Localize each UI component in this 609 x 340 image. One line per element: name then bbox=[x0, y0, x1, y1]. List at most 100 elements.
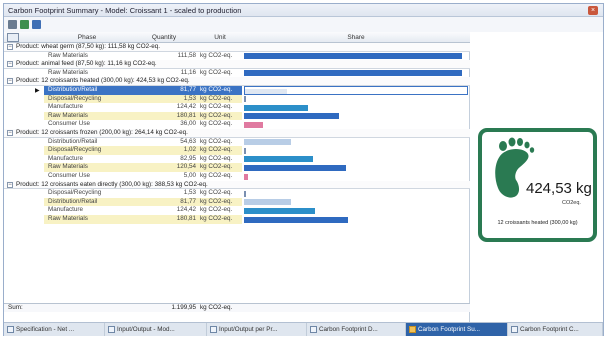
phase-cell: Raw Materials bbox=[44, 215, 130, 224]
close-button[interactable]: × bbox=[588, 6, 598, 15]
phase-cell: Raw Materials bbox=[44, 68, 130, 78]
phase-cell: Raw Materials bbox=[44, 163, 130, 172]
tab-label: Carbon Footprint Su... bbox=[418, 326, 480, 333]
tab-label: Input/Output - Mod... bbox=[117, 326, 175, 333]
share-bar bbox=[244, 156, 313, 163]
table-row[interactable]: Raw Materials 180,81 kg CO2-eq. bbox=[4, 111, 470, 121]
quantity-cell: 1,02 bbox=[130, 146, 198, 155]
collapse-toggle-icon[interactable]: − bbox=[7, 130, 13, 136]
table-row[interactable]: Disposal/Recycling 1,02 kg CO2-eq. bbox=[4, 146, 470, 155]
share-cell bbox=[244, 52, 468, 61]
unit-cell: kg CO2-eq. bbox=[198, 103, 242, 112]
quantity-cell: 124,42 bbox=[130, 103, 198, 112]
share-cell bbox=[244, 163, 468, 172]
column-header-share[interactable]: Share bbox=[244, 32, 468, 43]
quantity-cell: 1,53 bbox=[130, 94, 198, 104]
current-row-indicator-icon: ▶ bbox=[35, 88, 40, 94]
phase-cell: Disposal/Recycling bbox=[44, 146, 130, 155]
unit-cell: kg CO2-eq. bbox=[198, 86, 242, 95]
sum-row: Sum: 1.199,95 kg CO2-eq. bbox=[4, 303, 470, 312]
phase-cell: Distribution/Retail bbox=[44, 86, 130, 95]
group-row[interactable]: − Product: 12 croissants frozen (200,00 … bbox=[4, 129, 470, 138]
table-row[interactable]: Raw Materials 111,58 kg CO2-eq. bbox=[4, 51, 470, 61]
table-row[interactable]: Disposal/Recycling 1,53 kg CO2-eq. bbox=[4, 94, 470, 104]
table-row[interactable]: ▶ Distribution/Retail 81,77 kg CO2-eq. bbox=[4, 86, 470, 95]
quantity-cell: 120,54 bbox=[130, 163, 198, 172]
share-bar bbox=[244, 121, 263, 128]
tab-4[interactable]: Carbon Footprint D... bbox=[307, 323, 406, 336]
unit-cell: kg CO2-eq. bbox=[198, 172, 242, 181]
unit-cell: kg CO2-eq. bbox=[198, 68, 242, 78]
chart-icon bbox=[511, 326, 518, 333]
table-row[interactable]: Raw Materials 120,54 kg CO2-eq. bbox=[4, 163, 470, 172]
share-bar bbox=[244, 104, 309, 111]
quantity-cell: 82,95 bbox=[130, 154, 198, 164]
table-row[interactable]: Distribution/Retail 81,77 kg CO2-eq. bbox=[4, 197, 470, 207]
share-cell bbox=[244, 206, 468, 215]
export-excel-icon[interactable] bbox=[20, 19, 29, 29]
table-row[interactable]: Manufacture 82,95 kg CO2-eq. bbox=[4, 154, 470, 164]
tab-3[interactable]: Input/Output per Pr... bbox=[207, 323, 307, 336]
tab-2[interactable]: Input/Output - Mod... bbox=[105, 323, 207, 336]
share-cell bbox=[244, 95, 468, 104]
unit-cell: kg CO2-eq. bbox=[198, 137, 242, 147]
group-row[interactable]: − Product: animal feed (87,50 kg): 11,16… bbox=[4, 60, 470, 69]
table-row[interactable]: Raw Materials 180,81 kg CO2-eq. bbox=[4, 215, 470, 224]
tab-6[interactable]: Carbon Footprint C... bbox=[508, 323, 603, 336]
group-row[interactable]: − Product: 12 croissants eaten directly … bbox=[4, 180, 470, 190]
phase-cell: Distribution/Retail bbox=[44, 197, 130, 207]
column-header-unit[interactable]: Unit bbox=[198, 32, 242, 43]
share-cell bbox=[244, 69, 468, 78]
collapse-toggle-icon[interactable]: − bbox=[7, 78, 13, 85]
group-row[interactable]: − Product: 12 croissants heated (300,00 … bbox=[4, 77, 470, 86]
tab-1[interactable]: Specification - Net ... bbox=[4, 323, 105, 336]
share-bar bbox=[244, 199, 291, 206]
tab-label: Input/Output per Pr... bbox=[219, 326, 278, 333]
group-label: Product: 12 croissants frozen (200,00 kg… bbox=[16, 129, 188, 136]
table-row[interactable]: Disposal/Recycling 1,53 kg CO2-eq. bbox=[4, 189, 470, 198]
table-row[interactable]: Consumer Use 5,00 kg CO2-eq. bbox=[4, 172, 470, 181]
share-bar bbox=[245, 88, 288, 94]
share-cell bbox=[244, 103, 468, 112]
share-bar bbox=[244, 164, 347, 171]
toolbar bbox=[4, 17, 603, 31]
unit-cell: kg CO2-eq. bbox=[198, 94, 242, 104]
carbon-footprint-badge: 424,53 kg CO2eq. 12 croissants heated (3… bbox=[478, 128, 597, 242]
table-row[interactable]: Consumer Use 36,00 kg CO2-eq. bbox=[4, 120, 470, 129]
share-bar bbox=[244, 53, 462, 60]
collapse-toggle-icon[interactable]: − bbox=[7, 44, 13, 50]
share-bar bbox=[244, 190, 246, 197]
table-row[interactable]: Raw Materials 11,16 kg CO2-eq. bbox=[4, 68, 470, 78]
table-row[interactable]: Manufacture 124,42 kg CO2-eq. bbox=[4, 103, 470, 112]
share-cell bbox=[244, 215, 468, 224]
collapse-toggle-icon[interactable]: − bbox=[7, 181, 13, 188]
collapse-toggle-icon[interactable]: − bbox=[7, 61, 13, 68]
share-cell bbox=[244, 86, 468, 95]
group-row[interactable]: − Product: wheat germ (87,50 kg): 111,58… bbox=[4, 43, 470, 52]
quantity-cell: 180,81 bbox=[130, 111, 198, 121]
column-header-quantity[interactable]: Quantity bbox=[130, 32, 198, 43]
group-label: Product: 12 croissants heated (300,00 kg… bbox=[16, 77, 190, 85]
table-row[interactable]: Manufacture 124,42 kg CO2-eq. bbox=[4, 206, 470, 215]
carbon-footprint-window: Carbon Footprint Summary - Model: Croiss… bbox=[3, 3, 604, 336]
tab-5[interactable]: Carbon Footprint Su... bbox=[406, 323, 508, 336]
document-tab-bar: Specification - Net ... Input/Output - Mo… bbox=[4, 322, 603, 336]
table-icon bbox=[108, 326, 115, 333]
grid-header: Phase Quantity Unit Share bbox=[4, 32, 470, 43]
unit-cell: kg CO2-eq. bbox=[198, 111, 242, 121]
share-cell bbox=[244, 138, 468, 147]
phase-cell: Raw Materials bbox=[44, 51, 130, 61]
document-icon bbox=[7, 326, 14, 333]
column-chooser-icon[interactable] bbox=[7, 33, 19, 42]
share-bar bbox=[244, 207, 316, 214]
window-title: Carbon Footprint Summary - Model: Croiss… bbox=[8, 5, 242, 15]
unit-cell: kg CO2-eq. bbox=[198, 51, 242, 61]
chart-icon[interactable] bbox=[32, 19, 41, 29]
column-header-phase[interactable]: Phase bbox=[44, 32, 130, 43]
table-row[interactable]: Distribution/Retail 54,63 kg CO2-eq. bbox=[4, 137, 470, 147]
group-label: Product: wheat germ (87,50 kg): 111,58 k… bbox=[16, 43, 160, 50]
quantity-cell: 81,77 bbox=[130, 86, 198, 95]
print-icon[interactable] bbox=[8, 19, 17, 29]
share-bar bbox=[244, 96, 246, 103]
phase-cell: Disposal/Recycling bbox=[44, 189, 130, 198]
